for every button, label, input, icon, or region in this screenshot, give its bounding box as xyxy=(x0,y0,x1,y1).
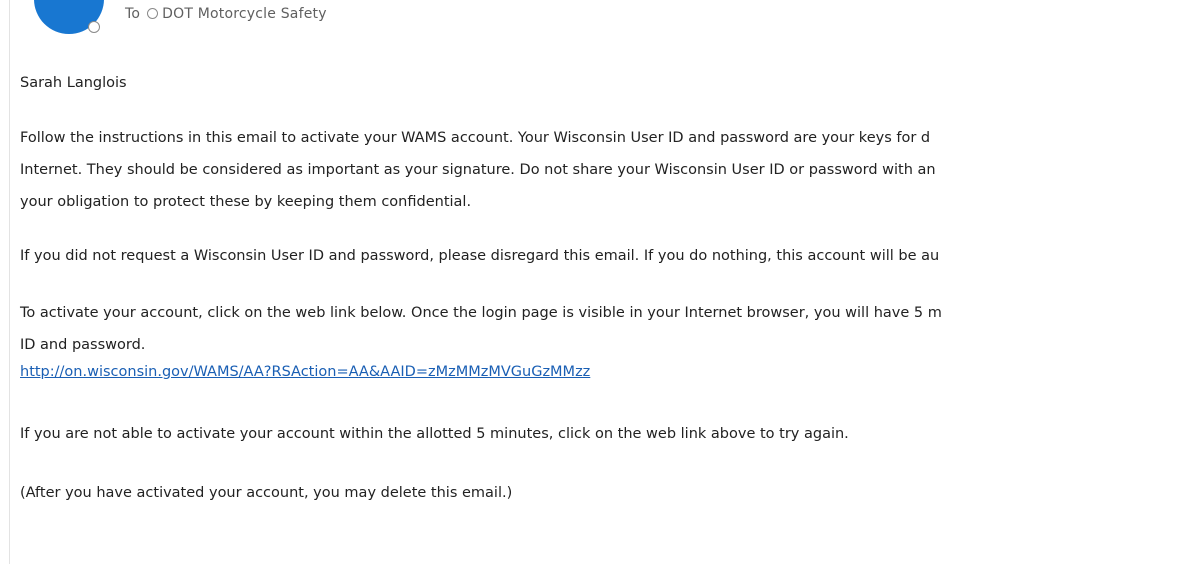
paragraph-1-line-3: your obligation to protect these by keep… xyxy=(20,194,472,210)
activation-link-line: http://on.wisconsin.gov/WAMS/AA?RSAction… xyxy=(20,361,590,384)
paragraph-2: If you did not request a Wisconsin User … xyxy=(20,248,940,264)
paragraph-1-line-2: Internet. They should be considered as i… xyxy=(20,162,936,178)
paragraph-3-line-1: To activate your account, click on the w… xyxy=(20,305,942,321)
paragraph-3-line-2: ID and password. xyxy=(20,337,146,353)
message-body: Sarah Langlois Follow the instructions i… xyxy=(0,0,1191,564)
paragraph-4: If you are not able to activate your acc… xyxy=(20,426,849,442)
paragraph-1-line-1: Follow the instructions in this email to… xyxy=(20,130,931,146)
paragraph-5: (After you have activated your account, … xyxy=(20,485,513,501)
activation-link[interactable]: http://on.wisconsin.gov/WAMS/AA?RSAction… xyxy=(20,364,590,380)
greeting: Sarah Langlois xyxy=(20,75,127,91)
